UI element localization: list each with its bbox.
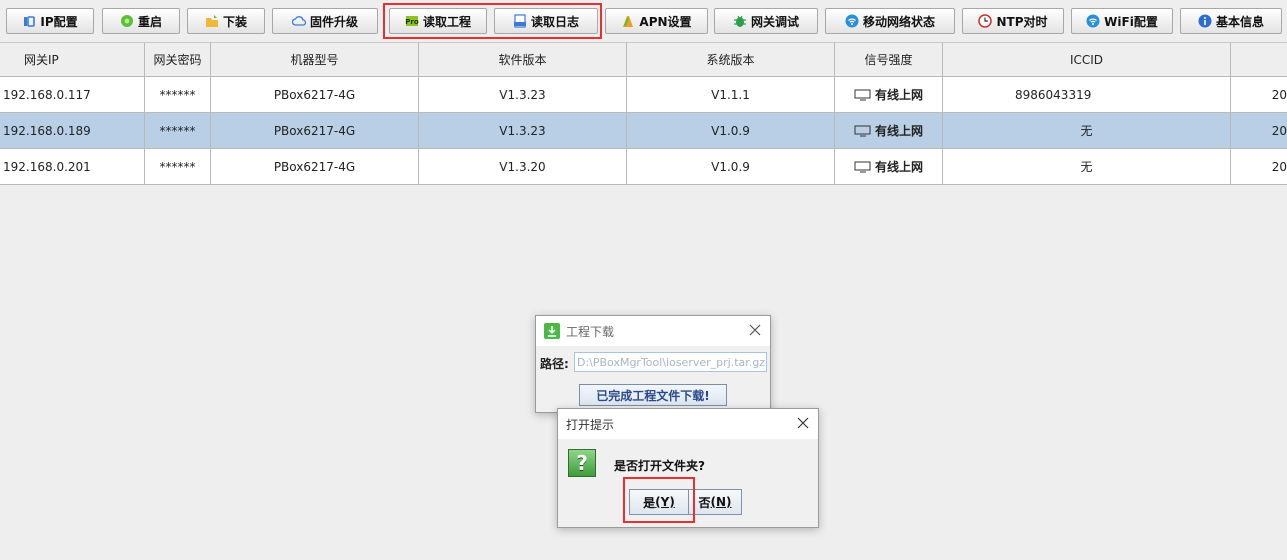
download-folder-icon [205,14,219,28]
apn-settings-button[interactable]: APN设置 [605,8,708,34]
cell-iccid: 8986043319 [943,77,1231,112]
ip-config-button[interactable]: IP配置 [6,8,94,34]
close-icon[interactable] [796,416,810,430]
header-software-version[interactable]: 软件版本 [419,43,627,76]
cell-iccid: 无 [943,149,1231,184]
cell-ip: 192.168.0.117 [0,77,145,112]
basic-info-button[interactable]: 基本信息 [1180,8,1282,34]
cell-software-version: V1.3.23 [419,77,627,112]
cell-signal-text: 有线上网 [874,124,923,138]
cloud-icon [291,14,306,28]
open-folder-message: 是否打开文件夹? [614,459,705,473]
monitor-icon [854,161,871,172]
cell-signal: 有线上网 [835,113,943,148]
download-complete-button[interactable]: 已完成工程文件下载! [579,384,727,406]
cell-signal-text: 有线上网 [874,160,923,174]
header-signal-strength[interactable]: 信号强度 [835,43,943,76]
read-project-button[interactable]: Pro 读取工程 [389,8,487,34]
ntp-sync-button[interactable]: NTP对时 [962,8,1064,34]
project-download-title-bar: 工程下载 [536,316,770,346]
cell-extra: 20 [1271,159,1287,174]
header-machine-model[interactable]: 机器型号 [211,43,419,76]
open-folder-title-bar: 打开提示 [558,409,818,439]
open-folder-title: 打开提示 [566,417,615,432]
firmware-upgrade-button[interactable]: 固件升级 [272,8,378,34]
restart-button[interactable]: 重启 [102,8,180,34]
wifi-config-button[interactable]: WiFi配置 [1071,8,1173,34]
project-download-dialog: 工程下载 路径: D:\PBoxMgrTool\ioserver_prj.tar… [535,315,771,413]
pro-file-icon: Pro [405,14,419,28]
cell-model: PBox6217-4G [211,113,419,148]
header-gateway-password[interactable]: 网关密码 [145,43,211,76]
wifi-icon [845,14,859,28]
cell-password: ****** [145,113,211,148]
cell-software-version: V1.3.20 [419,149,627,184]
download-button[interactable]: 下装 [187,8,265,34]
cell-system-version: V1.0.9 [627,113,835,148]
cell-system-version: V1.0.9 [627,149,835,184]
cell-iccid: 无 [943,113,1231,148]
cell-ip: 192.168.0.201 [0,149,145,184]
cell-extra: 20 [1271,87,1287,102]
wifi-icon [1086,14,1100,28]
monitor-icon [854,89,871,100]
cell-software-version: V1.3.23 [419,113,627,148]
restart-icon [120,14,134,28]
monitor-icon [854,125,871,136]
info-icon [1198,14,1212,28]
header-gateway-ip[interactable]: 网关IP [0,43,145,76]
svg-text:Pro: Pro [405,18,419,26]
header-extra[interactable] [1231,43,1287,76]
cell-system-version: V1.1.1 [627,77,835,112]
cell-extra: 20 [1271,123,1287,138]
bug-icon [733,14,747,28]
ip-config-icon [22,14,36,28]
header-iccid[interactable]: ICCID [943,43,1231,76]
close-icon[interactable] [748,323,762,337]
table-row-selected[interactable]: 192.168.0.189 ****** PBox6217-4G V1.3.23… [0,113,1287,149]
apn-icon [621,14,635,28]
no-button[interactable]: 否 (N) [688,489,742,515]
download-arrow-icon [544,323,560,339]
path-input[interactable]: D:\PBoxMgrTool\ioserver_prj.tar.gz [574,352,767,372]
read-log-button[interactable]: 读取日志 [494,8,598,34]
cell-password: ****** [145,77,211,112]
table-header-row: 网关IP 网关密码 机器型号 软件版本 系统版本 信号强度 ICCID [0,42,1287,77]
cell-signal-text: 有线上网 [874,88,923,102]
path-label: 路径: [540,357,569,371]
cell-model: PBox6217-4G [211,77,419,112]
no-button-mnemonic: (N) [710,495,732,509]
cell-signal: 有线上网 [835,149,943,184]
toolbar: IP配置 重启 下装 固件升级 Pro 读取工程 读取日志 APN设置 网关调试… [0,0,1287,42]
gateway-table: 网关IP 网关密码 机器型号 软件版本 系统版本 信号强度 ICCID 192.… [0,42,1287,185]
table-row[interactable]: 192.168.0.117 ****** PBox6217-4G V1.3.23… [0,77,1287,113]
mobile-network-status-button[interactable]: 移动网络状态 [825,8,955,34]
project-download-title: 工程下载 [566,324,615,339]
clock-icon [978,14,993,28]
open-folder-dialog: 打开提示 ? 是否打开文件夹? 是 (Y) 否 (N) [557,408,819,528]
cell-signal: 有线上网 [835,77,943,112]
cell-ip: 192.168.0.189 [0,113,145,148]
yes-button[interactable]: 是 (Y) [629,489,689,515]
header-system-version[interactable]: 系统版本 [627,43,835,76]
question-icon: ? [568,449,596,477]
table-row[interactable]: 192.168.0.201 ****** PBox6217-4G V1.3.20… [0,149,1287,185]
yes-button-mnemonic: (Y) [655,495,675,509]
log-file-icon [513,14,527,28]
cell-model: PBox6217-4G [211,149,419,184]
yes-button-label: 是 [643,495,656,510]
gateway-debug-button[interactable]: 网关调试 [714,8,818,34]
cell-password: ****** [145,149,211,184]
no-button-label: 否 [698,495,711,510]
